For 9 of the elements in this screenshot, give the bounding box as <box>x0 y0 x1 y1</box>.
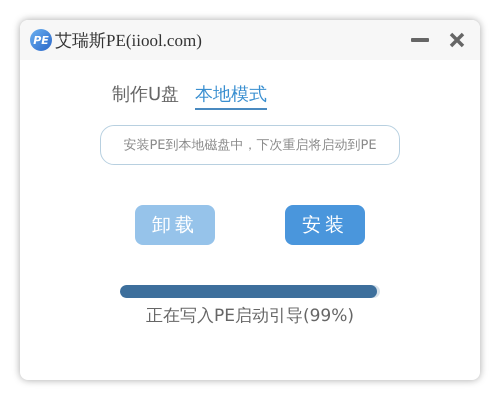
install-button[interactable]: 安装 <box>285 205 365 245</box>
progress-status: 正在写入PE启动引导(99%) <box>144 305 356 327</box>
tab[interactable]: 本地模式 <box>195 82 268 110</box>
close-icon <box>449 32 465 48</box>
window-title: 艾瑞斯PE(iiool.com) <box>55 30 203 52</box>
minimize-icon <box>411 38 429 42</box>
app-logo: PE <box>30 29 52 51</box>
info-field[interactable]: 安装PE到本地磁盘中，下次重启将启动到PE <box>100 125 400 165</box>
tab[interactable]: 制作U盘 <box>112 82 180 110</box>
